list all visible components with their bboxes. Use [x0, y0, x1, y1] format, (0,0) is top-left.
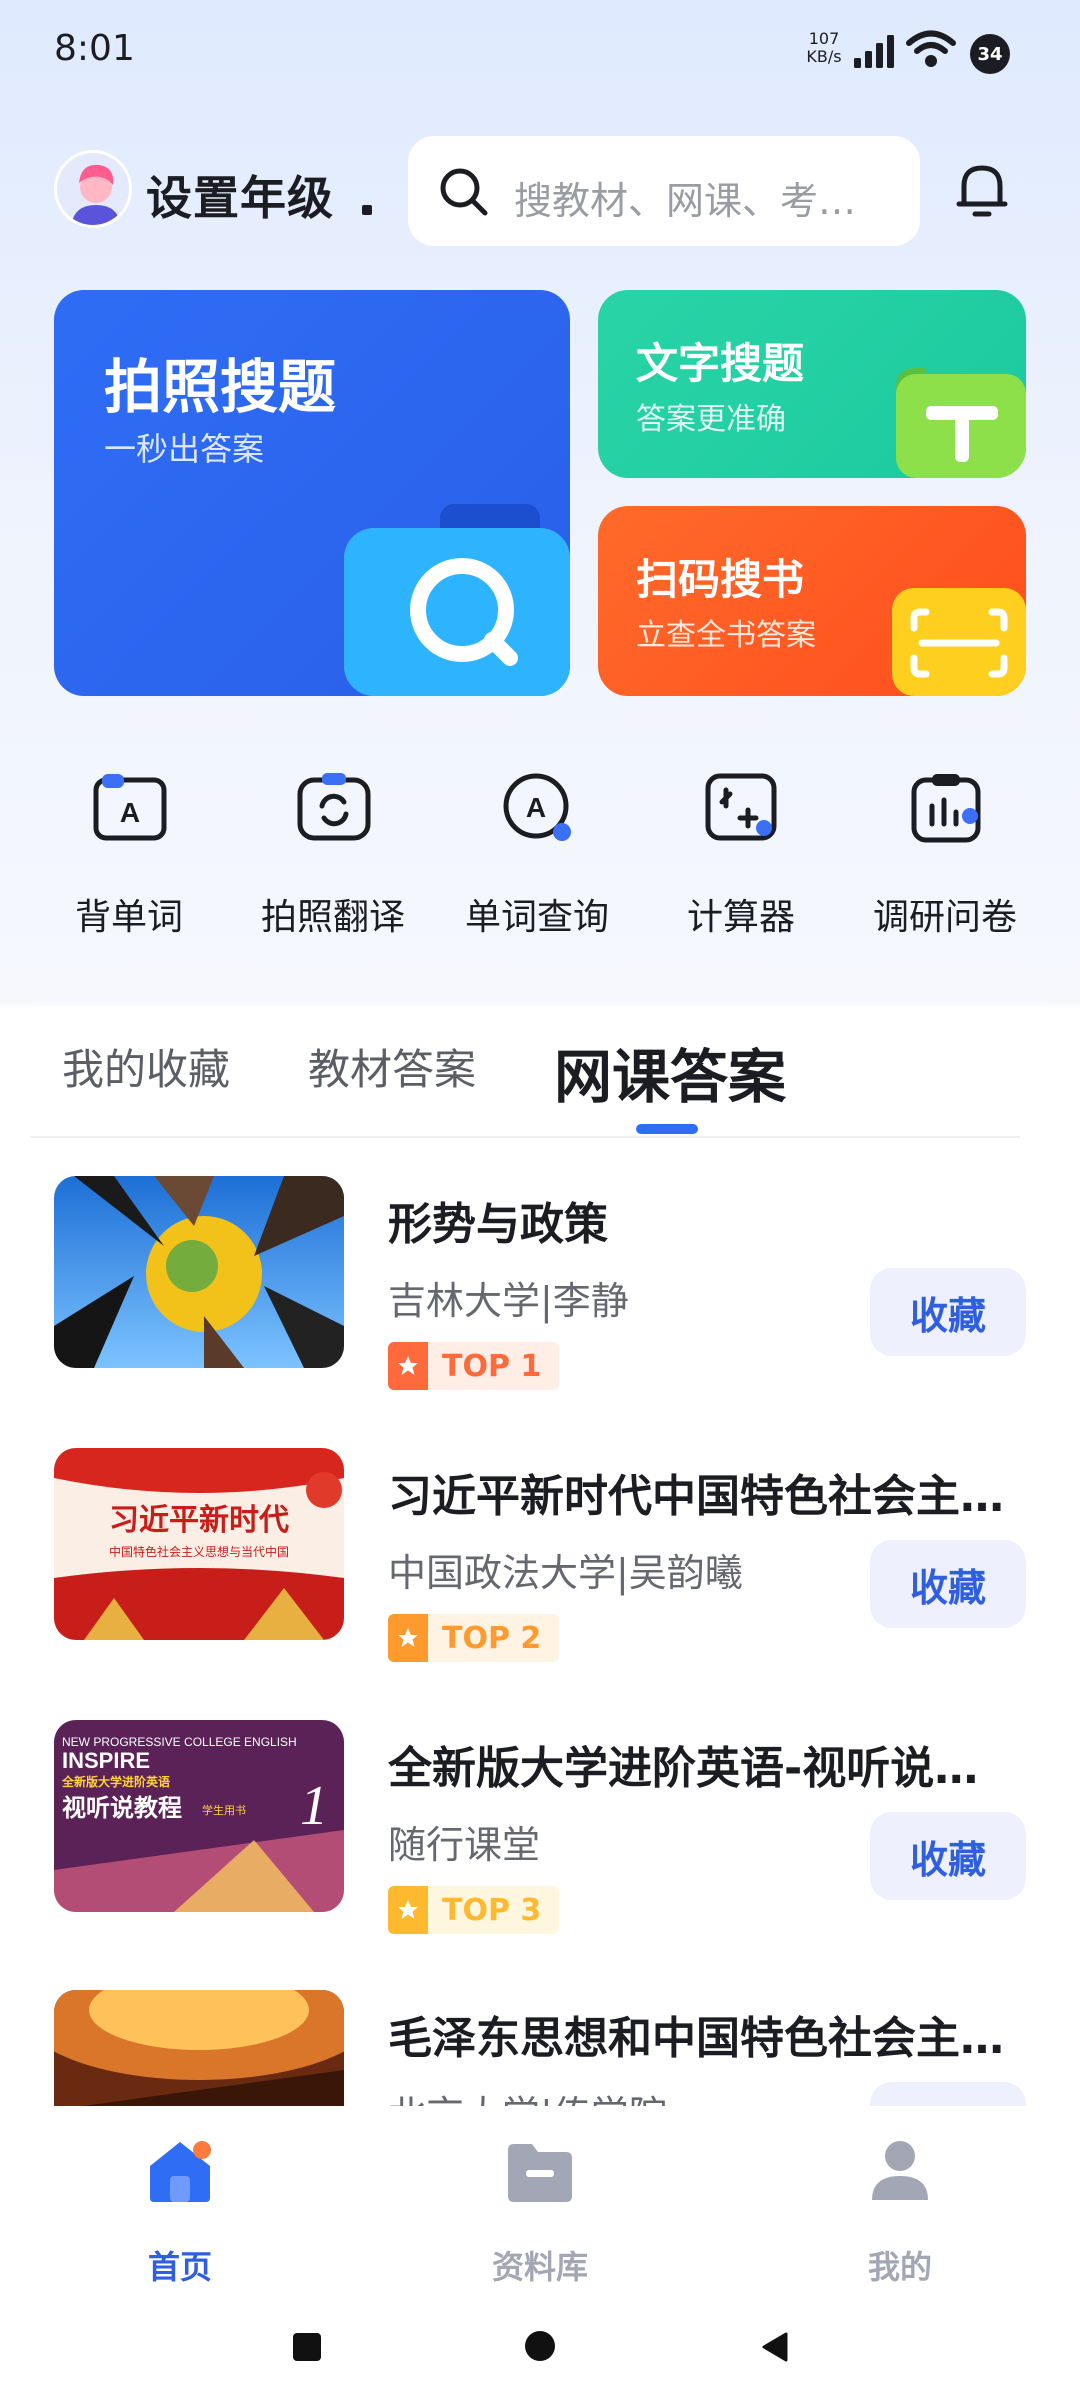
bell-icon[interactable]	[956, 160, 1008, 220]
star-icon	[388, 1886, 428, 1934]
cover-edition-text: 学生用书	[202, 1803, 246, 1817]
tab-my-favorites[interactable]: 我的收藏	[62, 1036, 230, 1097]
svg-text:A: A	[120, 797, 140, 828]
course-meta: 中国政法大学|吴韵曦	[388, 1551, 743, 1595]
text-search-title: 文字搜题	[636, 339, 805, 388]
wifi-icon	[906, 30, 956, 67]
course-title: 全新版大学进阶英语-视听说…	[388, 1743, 979, 1794]
cover-title-text: 习近平新时代	[109, 1503, 289, 1538]
rank-text: TOP 2	[442, 1620, 542, 1656]
tool-word-lookup[interactable]: A 单词查询	[452, 770, 622, 940]
battery-indicator: 34	[970, 34, 1010, 74]
nav-home-label: 首页	[147, 2248, 212, 2286]
active-tab-indicator	[636, 1124, 698, 1134]
nav-library-label: 资料库	[491, 2248, 588, 2286]
course-title: 毛泽东思想和中国特色社会主…	[388, 2013, 1004, 2064]
tool-survey[interactable]: 调研问卷	[860, 770, 1030, 940]
signal-icon	[854, 35, 894, 68]
word-lookup-icon: A	[503, 773, 571, 841]
home-button-icon[interactable]	[524, 2330, 556, 2362]
profile-icon	[872, 2141, 928, 2200]
camera-icon	[344, 504, 570, 696]
vocab-card-icon: A	[93, 774, 167, 841]
scan-book-subtitle: 立查全书答案	[636, 618, 816, 653]
system-nav-bar	[0, 2286, 1080, 2400]
avatar-illustration-icon	[57, 153, 129, 225]
svg-text:A: A	[526, 792, 546, 823]
course-meta: 随行课堂	[388, 1823, 541, 1867]
rank-badge: TOP 2	[388, 1614, 560, 1662]
tool-calculator-label: 计算器	[686, 897, 795, 938]
status-time: 8:01	[54, 28, 135, 69]
survey-icon	[911, 774, 981, 843]
rank-text: TOP 3	[442, 1892, 542, 1928]
tool-calculator[interactable]: 计算器	[656, 770, 826, 940]
tool-vocab-label: 背单词	[74, 897, 183, 938]
cover-book-name-text: 全新版大学进阶英语	[61, 1774, 170, 1789]
cover-title-text: 视听说教程	[62, 1794, 182, 1822]
tab-online-course-answers[interactable]: 网课答案	[554, 1030, 786, 1114]
course-title: 形势与政策	[388, 1199, 608, 1250]
rank-text: TOP 1	[442, 1348, 542, 1384]
photo-search-subtitle: 一秒出答案	[104, 430, 265, 468]
dropdown-indicator-icon	[362, 205, 372, 215]
search-input[interactable]: 搜教材、网课、考…	[514, 170, 904, 225]
list-item[interactable]: NEW PROGRESSIVE COLLEGE ENGLISH INSPIRE …	[0, 1720, 1080, 1934]
recent-apps-icon[interactable]	[292, 2332, 322, 2362]
set-grade-button[interactable]: 设置年级	[146, 162, 334, 228]
star-icon	[388, 1342, 428, 1390]
book-cover-image: NEW PROGRESSIVE COLLEGE ENGLISH INSPIRE …	[54, 1720, 344, 1912]
text-search-card[interactable]: 文字搜题 答案更准确	[598, 290, 1026, 478]
tool-photo-translate[interactable]: 拍照翻译	[248, 770, 418, 940]
star-icon	[388, 1614, 428, 1662]
course-meta: 吉林大学|李静	[388, 1279, 629, 1323]
search-icon	[440, 168, 488, 216]
favorite-button[interactable]: 收藏	[870, 1812, 1026, 1900]
cover-subtitle-text: 中国特色社会主义思想与当代中国	[109, 1544, 289, 1559]
course-thumbnail: NEW PROGRESSIVE COLLEGE ENGLISH INSPIRE …	[54, 1720, 344, 1912]
photo-search-title: 拍照搜题	[104, 353, 337, 421]
search-bar[interactable]: 搜教材、网课、考…	[408, 136, 920, 246]
photo-translate-icon	[297, 773, 371, 841]
photo-search-card[interactable]: 拍照搜题 一秒出答案	[54, 290, 570, 696]
nav-profile-label: 我的	[867, 2248, 932, 2286]
scan-book-title: 扫码搜书	[636, 555, 805, 604]
list-item[interactable]: 习近平新时代 中国特色社会主义思想与当代中国 习近平新时代中国特色社会主… 中国…	[0, 1448, 1080, 1662]
hands-globe-image	[54, 1176, 344, 1368]
course-cover-image: 习近平新时代 中国特色社会主义思想与当代中国	[54, 1448, 344, 1640]
tool-survey-label: 调研问卷	[872, 897, 1017, 938]
tab-textbook-answers[interactable]: 教材答案	[308, 1036, 476, 1097]
tool-word-lookup-label: 单词查询	[464, 897, 609, 938]
text-t-icon	[896, 368, 1026, 478]
tool-vocab[interactable]: A 背单词	[44, 770, 214, 940]
home-icon	[150, 2141, 211, 2202]
scan-code-icon	[892, 588, 1026, 696]
tab-divider	[30, 1136, 1020, 1138]
course-title: 习近平新时代中国特色社会主…	[388, 1471, 1004, 1522]
cover-series-text: NEW PROGRESSIVE COLLEGE ENGLISH	[62, 1735, 297, 1749]
folder-icon	[508, 2144, 572, 2202]
course-thumbnail: 习近平新时代 中国特色社会主义思想与当代中国	[54, 1448, 344, 1640]
rank-badge: TOP 3	[388, 1886, 560, 1934]
network-speed: 107 KB/s	[806, 29, 842, 66]
back-icon[interactable]	[760, 2332, 788, 2362]
status-bar: 8:01 107 KB/s 34	[0, 0, 1080, 100]
cover-brand-text: INSPIRE	[62, 1748, 150, 1773]
calculator-icon	[705, 773, 777, 841]
text-search-subtitle: 答案更准确	[636, 402, 786, 437]
rank-badge: TOP 1	[388, 1342, 560, 1390]
favorite-button[interactable]: 收藏	[870, 1268, 1026, 1356]
list-item[interactable]: 形势与政策 吉林大学|李静 TOP 1 收藏	[0, 1176, 1080, 1390]
avatar[interactable]	[54, 150, 132, 228]
favorite-button[interactable]: 收藏	[870, 1540, 1026, 1628]
bottom-nav: 首页 资料库 我的	[0, 2106, 1080, 2286]
tool-photo-translate-label: 拍照翻译	[260, 897, 405, 938]
cover-volume-number: 1	[300, 1775, 328, 1837]
course-thumbnail	[54, 1176, 344, 1368]
scan-book-card[interactable]: 扫码搜书 立查全书答案	[598, 506, 1026, 696]
